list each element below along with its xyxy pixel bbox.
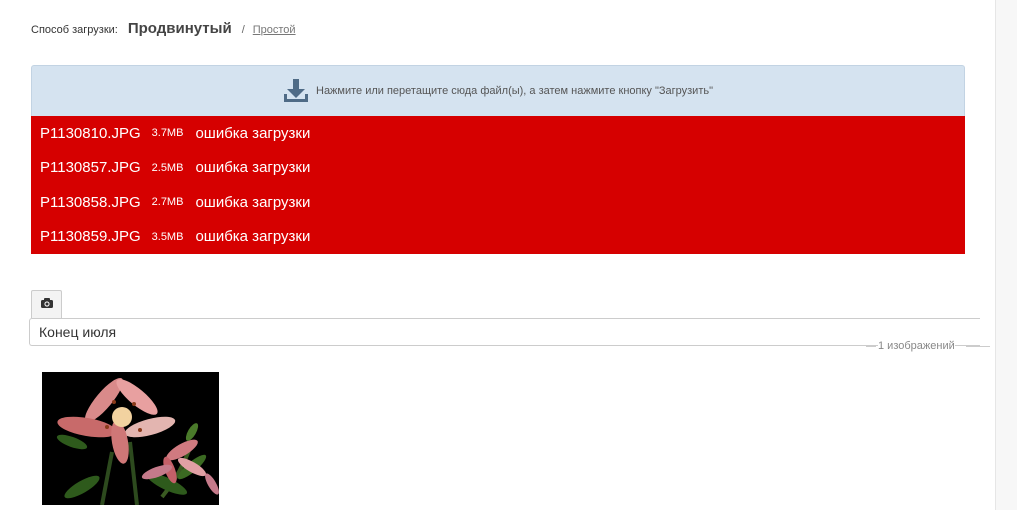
file-dropzone[interactable]: Нажмите или перетащите сюда файл(ы), а з…: [31, 65, 965, 116]
file-name: P1130859.JPG: [40, 228, 141, 246]
file-name: P1130810.JPG: [40, 124, 141, 142]
right-panel-strip: [996, 0, 1017, 510]
album-camera-tab[interactable]: [31, 290, 62, 318]
upload-page: Способ загрузки: Продвинутый / Простой Н…: [0, 0, 1017, 510]
image-thumbnail[interactable]: [42, 372, 219, 505]
counter-line-left: [866, 346, 876, 347]
file-name: P1130858.JPG: [40, 193, 141, 211]
file-status: ошибка загрузки: [195, 159, 311, 177]
file-status: ошибка загрузки: [195, 124, 311, 142]
dropzone-instructions: Нажмите или перетащите сюда файл(ы), а з…: [316, 85, 713, 97]
file-status: ошибка загрузки: [195, 228, 311, 246]
file-size: 3.5MB: [151, 230, 184, 243]
upload-mode-separator: /: [241, 24, 245, 36]
file-row: P1130859.JPG 3.5MB ошибка загрузки: [31, 220, 965, 255]
upload-error-list: P1130810.JPG 3.7MB ошибка загрузки P1130…: [31, 116, 965, 254]
upload-mode-switch: Способ загрузки: Продвинутый / Простой: [31, 20, 296, 42]
album-title-input[interactable]: [29, 318, 980, 346]
lily-photo-image: [42, 372, 219, 505]
file-row: P1130858.JPG 2.7MB ошибка загрузки: [31, 185, 965, 220]
file-size: 2.7MB: [151, 196, 184, 209]
upload-mode-advanced: Продвинутый: [127, 20, 232, 37]
camera-icon: [40, 296, 54, 314]
image-count: 1 изображений: [878, 340, 955, 352]
download-icon: [283, 78, 309, 104]
file-size: 2.5MB: [151, 161, 184, 174]
file-row: P1130857.JPG 2.5MB ошибка загрузки: [31, 151, 965, 186]
upload-mode-simple-link[interactable]: Простой: [253, 24, 296, 36]
file-name: P1130857.JPG: [40, 159, 141, 177]
file-size: 3.7MB: [151, 127, 184, 140]
upload-mode-label: Способ загрузки:: [31, 24, 118, 36]
file-status: ошибка загрузки: [195, 193, 311, 211]
counter-line-right: [966, 346, 990, 347]
file-row: P1130810.JPG 3.7MB ошибка загрузки: [31, 116, 965, 151]
